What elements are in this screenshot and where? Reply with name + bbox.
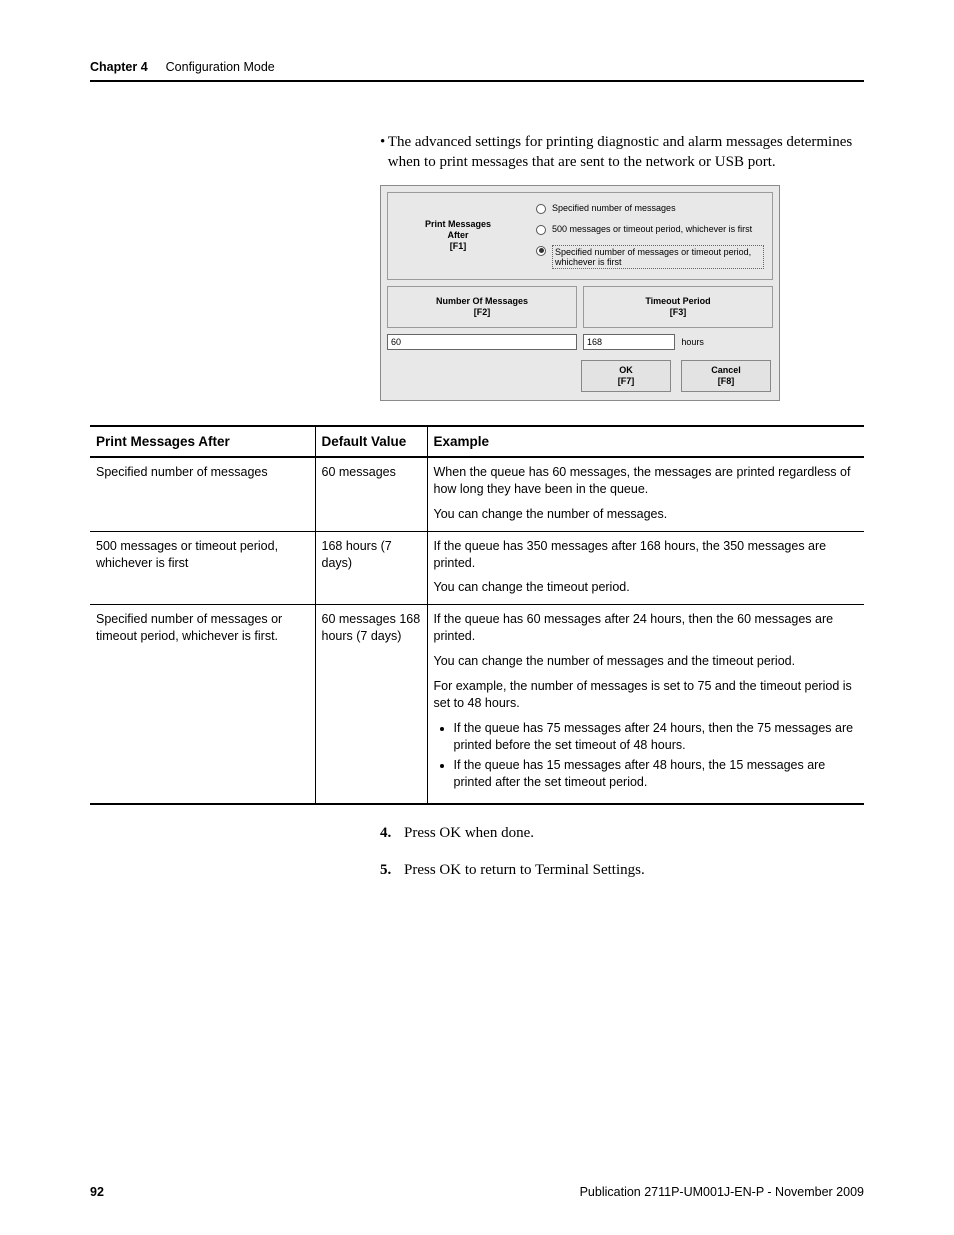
- cell-bullets: If the queue has 75 messages after 24 ho…: [434, 720, 859, 792]
- step-4: 4. Press OK when done.: [380, 825, 864, 842]
- page-number: 92: [90, 1185, 104, 1199]
- hours-label: hours: [681, 337, 704, 347]
- cell: 168 hours (7 days): [315, 531, 427, 605]
- cell-bullet: If the queue has 15 messages after 48 ho…: [454, 757, 859, 791]
- cell: 60 messages 168 hours (7 days): [315, 605, 427, 804]
- table-row: Specified number of messages 60 messages…: [90, 457, 864, 531]
- settings-table: Print Messages After Default Value Examp…: [90, 425, 864, 805]
- intro-text: The advanced settings for printing diagn…: [388, 132, 864, 173]
- cell: If the queue has 350 messages after 168 …: [427, 531, 864, 605]
- page-footer: 92 Publication 2711P-UM001J-EN-P - Novem…: [90, 1185, 864, 1199]
- cell-para: When the queue has 60 messages, the mess…: [434, 464, 859, 498]
- cell: If the queue has 60 messages after 24 ho…: [427, 605, 864, 804]
- radio-icon: [536, 204, 546, 214]
- timeout-input[interactable]: 168: [583, 334, 675, 350]
- cell-para: You can change the number of messages.: [434, 506, 859, 523]
- radio-3-label: Specified number of messages or timeout …: [552, 245, 764, 269]
- cell: 60 messages: [315, 457, 427, 531]
- chapter-title: Configuration Mode: [166, 60, 275, 74]
- radio-1-label: Specified number of messages: [552, 203, 676, 213]
- cell: When the queue has 60 messages, the mess…: [427, 457, 864, 531]
- page-content: Chapter 4 Configuration Mode • The advan…: [0, 0, 954, 879]
- step-number: 4.: [380, 825, 404, 842]
- cell-para: If the queue has 350 messages after 168 …: [434, 538, 859, 572]
- th-default: Default Value: [315, 426, 427, 457]
- radio-icon: [536, 246, 546, 256]
- step-text: Press OK to return to Terminal Settings.: [404, 862, 645, 879]
- radio-2-label: 500 messages or timeout period, whicheve…: [552, 224, 752, 234]
- table-header-row: Print Messages After Default Value Examp…: [90, 426, 864, 457]
- print-after-panel: Print Messages After [F1] Specified numb…: [387, 192, 773, 280]
- num-messages-input[interactable]: 60: [387, 334, 577, 350]
- chapter-number: Chapter 4: [90, 60, 148, 74]
- step-text: Press OK when done.: [404, 825, 534, 842]
- radio-option-2[interactable]: 500 messages or timeout period, whicheve…: [536, 224, 764, 235]
- step-number: 5.: [380, 862, 404, 879]
- ok-button[interactable]: OK [F7]: [581, 360, 671, 392]
- publication-id: Publication 2711P-UM001J-EN-P - November…: [580, 1185, 864, 1199]
- step-5: 5. Press OK to return to Terminal Settin…: [380, 862, 864, 879]
- num-messages-label: Number Of Messages [F2]: [387, 286, 577, 329]
- th-example: Example: [427, 426, 864, 457]
- cell-para: For example, the number of messages is s…: [434, 678, 859, 712]
- radio-option-3[interactable]: Specified number of messages or timeout …: [536, 245, 764, 269]
- radio-option-1[interactable]: Specified number of messages: [536, 203, 764, 214]
- radio-icon: [536, 225, 546, 235]
- cell: Specified number of messages: [90, 457, 315, 531]
- cell-para: If the queue has 60 messages after 24 ho…: [434, 611, 859, 645]
- print-settings-dialog: Print Messages After [F1] Specified numb…: [380, 185, 780, 402]
- cell-bullet: If the queue has 75 messages after 24 ho…: [454, 720, 859, 754]
- intro-bullet: • The advanced settings for printing dia…: [380, 132, 864, 173]
- cell: Specified number of messages or timeout …: [90, 605, 315, 804]
- cell-para: You can change the number of messages an…: [434, 653, 859, 670]
- cell: 500 messages or timeout period, whicheve…: [90, 531, 315, 605]
- cell-para: You can change the timeout period.: [434, 579, 859, 596]
- table-row: Specified number of messages or timeout …: [90, 605, 864, 804]
- th-print-after: Print Messages After: [90, 426, 315, 457]
- timeout-period-label: Timeout Period [F3]: [583, 286, 773, 329]
- page-header: Chapter 4 Configuration Mode: [90, 60, 864, 82]
- cancel-button[interactable]: Cancel [F8]: [681, 360, 771, 392]
- bullet-dot: •: [380, 132, 388, 173]
- print-after-label: Print Messages After [F1]: [388, 193, 528, 279]
- table-row: 500 messages or timeout period, whicheve…: [90, 531, 864, 605]
